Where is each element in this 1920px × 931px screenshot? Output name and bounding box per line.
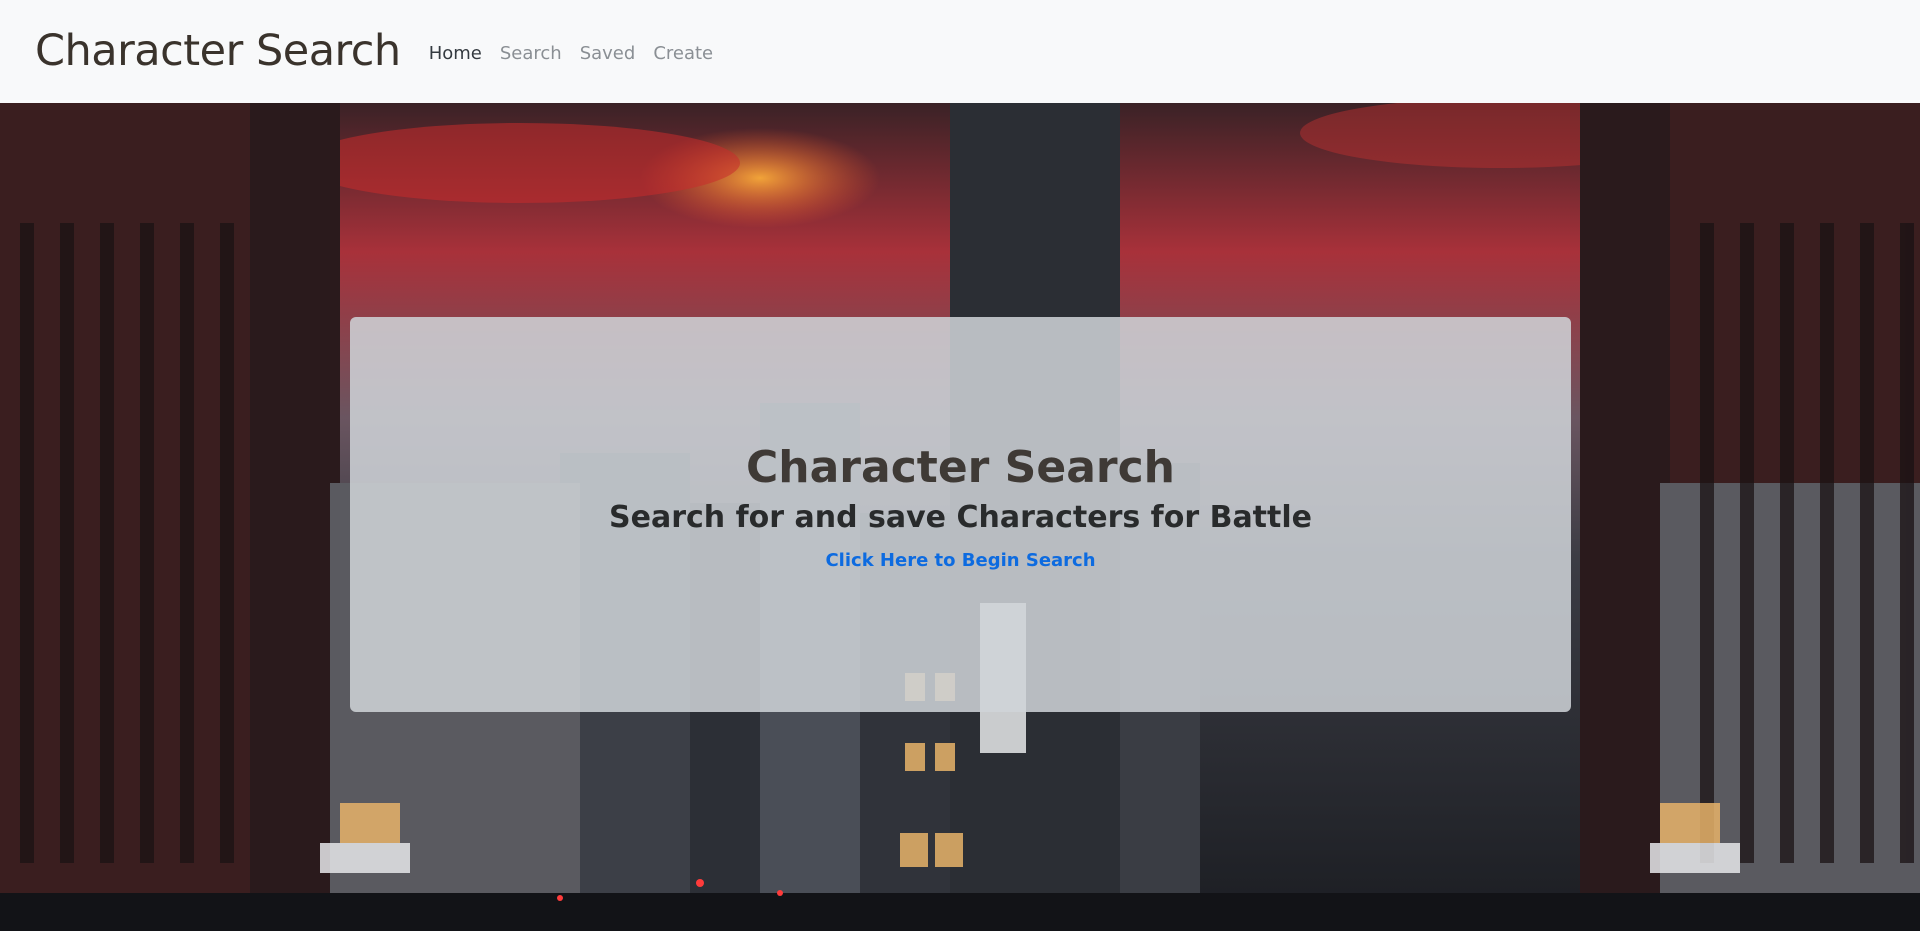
nav-link-create[interactable]: Create bbox=[653, 43, 713, 64]
nav-links: Home Search Saved Create bbox=[429, 39, 713, 64]
begin-search-link[interactable]: Click Here to Begin Search bbox=[825, 550, 1095, 571]
nav-link-home[interactable]: Home bbox=[429, 43, 482, 64]
navbar: Character Search Home Search Saved Creat… bbox=[0, 0, 1920, 103]
nav-link-saved[interactable]: Saved bbox=[580, 43, 636, 64]
hero-background: Character Search Search for and save Cha… bbox=[0, 103, 1920, 931]
hero-subtitle: Search for and save Characters for Battl… bbox=[609, 499, 1312, 535]
jumbotron: Character Search Search for and save Cha… bbox=[350, 317, 1571, 712]
brand-title[interactable]: Character Search bbox=[35, 30, 401, 73]
hero-title: Character Search bbox=[746, 442, 1175, 494]
nav-link-search[interactable]: Search bbox=[500, 43, 562, 64]
